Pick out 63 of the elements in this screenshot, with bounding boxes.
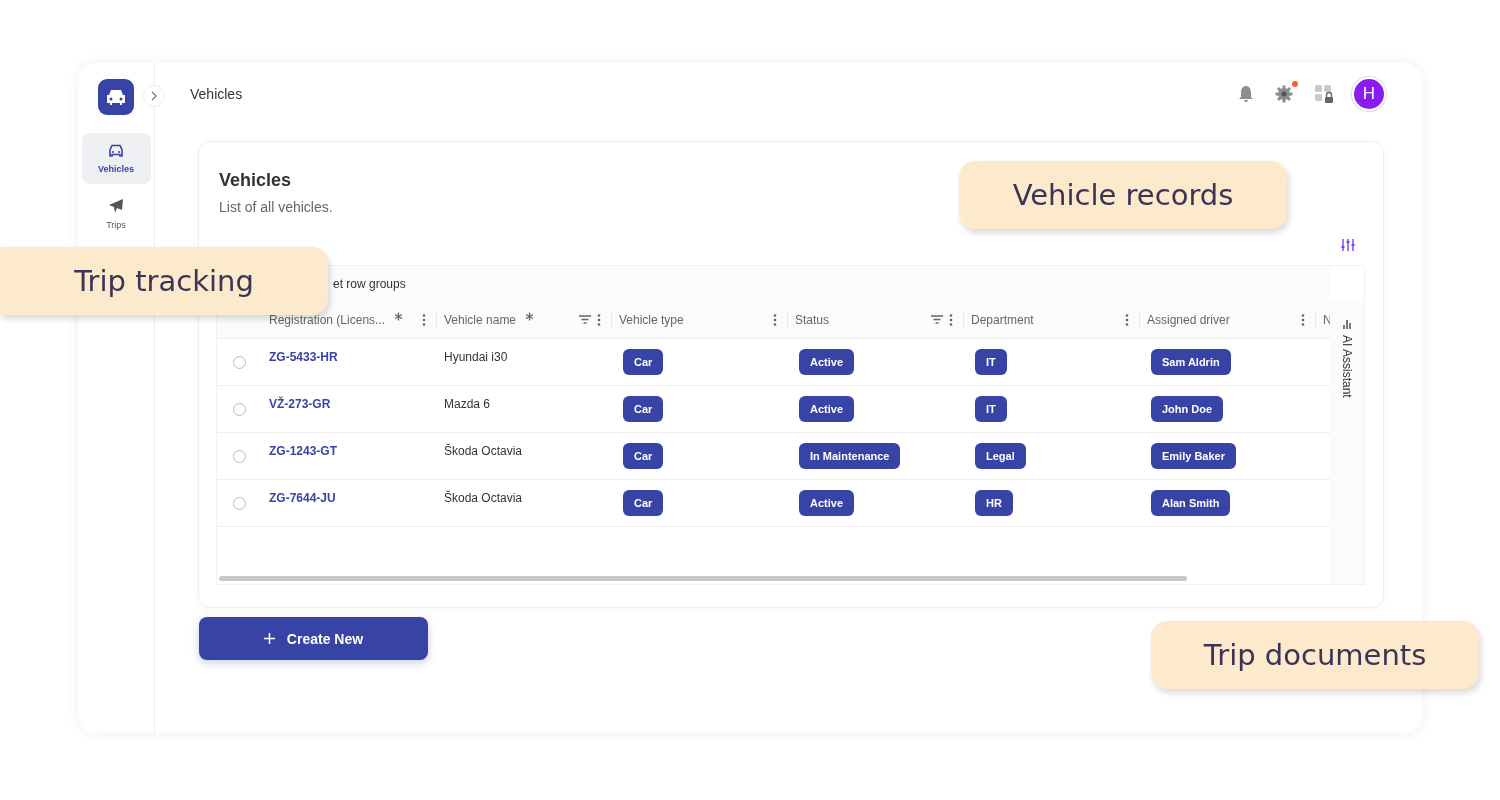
- column-header[interactable]: Status: [788, 301, 964, 338]
- airplane-icon: [108, 197, 124, 214]
- column-header[interactable]: Department: [964, 301, 1140, 338]
- scrollbar-thumb[interactable]: [219, 575, 1187, 581]
- column-menu-icon[interactable]: [1301, 313, 1305, 326]
- user-avatar[interactable]: H: [1354, 79, 1384, 109]
- column-menu-icon[interactable]: [773, 313, 777, 326]
- ai-assistant-tab[interactable]: AI Assistant: [1330, 301, 1364, 584]
- tag: Sam Aldrin: [1151, 349, 1231, 375]
- sliders-icon[interactable]: [1341, 238, 1355, 252]
- filter-icon[interactable]: [579, 315, 591, 324]
- column-menu-icon[interactable]: [597, 313, 601, 326]
- plus-icon: [263, 633, 275, 644]
- column-menu-icon[interactable]: [949, 313, 953, 326]
- column-header[interactable]: Vehicle name: [437, 301, 612, 338]
- table-cell: Škoda Octavia: [444, 491, 523, 505]
- tag: HR: [975, 490, 1013, 516]
- bell-icon[interactable]: [1238, 85, 1254, 103]
- sidebar-toggle-button[interactable]: [142, 85, 165, 107]
- create-new-button[interactable]: Create New: [199, 617, 428, 660]
- callout-label: Vehicle records: [959, 161, 1287, 229]
- column-menu-icon[interactable]: [422, 313, 426, 326]
- column-header[interactable]: Assigned driver: [1140, 301, 1316, 338]
- asterisk-icon: [525, 312, 535, 321]
- tag: Car: [623, 490, 664, 516]
- registration-link[interactable]: ZG-5433-HR: [269, 350, 338, 364]
- callout-label: Trip documents: [1151, 621, 1479, 689]
- apps-lock-icon[interactable]: [1314, 84, 1334, 104]
- tag: Car: [623, 396, 664, 422]
- card-subtitle: List of all vehicles.: [219, 199, 334, 215]
- tag: IT: [975, 349, 1007, 375]
- tag: Alan Smith: [1151, 490, 1231, 516]
- registration-link[interactable]: VŽ-273-GR: [269, 397, 331, 411]
- tag: Active: [799, 490, 855, 516]
- car-icon: [108, 143, 124, 158]
- tag: Car: [623, 443, 664, 469]
- registration-link[interactable]: ZG-1243-GT: [269, 444, 337, 458]
- tag: Legal: [975, 443, 1026, 469]
- chevron-right-icon: [149, 91, 158, 101]
- tag: Car: [623, 349, 664, 375]
- registration-link[interactable]: ZG-7644-JU: [269, 491, 336, 505]
- tag: Emily Baker: [1151, 443, 1236, 469]
- table-cell: Hyundai i30: [444, 350, 508, 364]
- column-header[interactable]: N: [1316, 301, 1330, 338]
- tag: Active: [799, 396, 855, 422]
- sidebar-item[interactable]: Trips: [81, 188, 151, 239]
- column-header[interactable]: Vehicle type: [612, 301, 788, 338]
- card-title: Vehicles: [219, 170, 293, 191]
- tag: Active: [799, 349, 855, 375]
- column-menu-icon[interactable]: [1125, 313, 1129, 326]
- tag: John Doe: [1151, 396, 1224, 422]
- car-logo-icon: [98, 79, 134, 115]
- callout-label: Trip tracking: [0, 247, 328, 315]
- bar-chart-icon: [1342, 319, 1352, 329]
- table-cell: Mazda 6: [444, 397, 491, 411]
- sidebar-item[interactable]: Vehicles: [81, 133, 151, 184]
- table-cell: Škoda Octavia: [444, 444, 523, 458]
- page-title: Vehicles: [190, 86, 243, 102]
- filter-icon[interactable]: [931, 315, 943, 324]
- row-group-hint: et row groups: [333, 276, 406, 291]
- tag: IT: [975, 396, 1007, 422]
- asterisk-icon: [394, 312, 404, 321]
- tag: In Maintenance: [799, 443, 901, 469]
